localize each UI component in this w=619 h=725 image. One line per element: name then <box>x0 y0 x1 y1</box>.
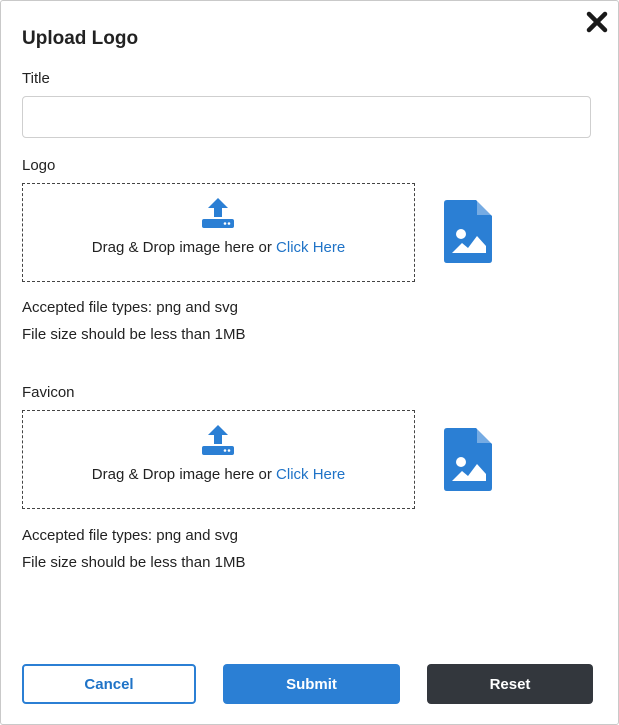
logo-label: Logo <box>22 157 56 174</box>
upload-icon <box>202 198 234 228</box>
logo-size-note: File size should be less than 1MB <box>22 326 246 343</box>
drop-instruction: Drag & Drop image here or <box>91 239 277 256</box>
favicon-click-here-link[interactable]: Click Here <box>276 466 345 483</box>
reset-button[interactable]: Reset <box>427 664 593 704</box>
favicon-label: Favicon <box>22 384 75 401</box>
cancel-button[interactable]: Cancel <box>22 664 196 704</box>
favicon-drop-text: Drag & Drop image here or Click Here <box>23 466 414 483</box>
close-icon[interactable] <box>586 11 608 33</box>
logo-click-here-link[interactable]: Click Here <box>276 239 345 256</box>
image-file-icon <box>444 200 492 263</box>
drop-instruction: Drag & Drop image here or <box>91 466 277 483</box>
logo-accepted-types: Accepted file types: png and svg <box>22 299 238 316</box>
upload-logo-dialog: Upload Logo Title Logo Drag & Drop image… <box>0 0 619 725</box>
favicon-dropzone[interactable]: Drag & Drop image here or Click Here <box>22 410 415 509</box>
logo-dropzone[interactable]: Drag & Drop image here or Click Here <box>22 183 415 282</box>
logo-drop-text: Drag & Drop image here or Click Here <box>23 239 414 256</box>
image-file-icon <box>444 428 492 491</box>
favicon-size-note: File size should be less than 1MB <box>22 554 246 571</box>
title-label: Title <box>22 70 50 87</box>
title-input[interactable] <box>22 96 591 138</box>
dialog-title: Upload Logo <box>22 28 139 49</box>
favicon-accepted-types: Accepted file types: png and svg <box>22 527 238 544</box>
upload-icon <box>202 425 234 455</box>
submit-button[interactable]: Submit <box>223 664 400 704</box>
